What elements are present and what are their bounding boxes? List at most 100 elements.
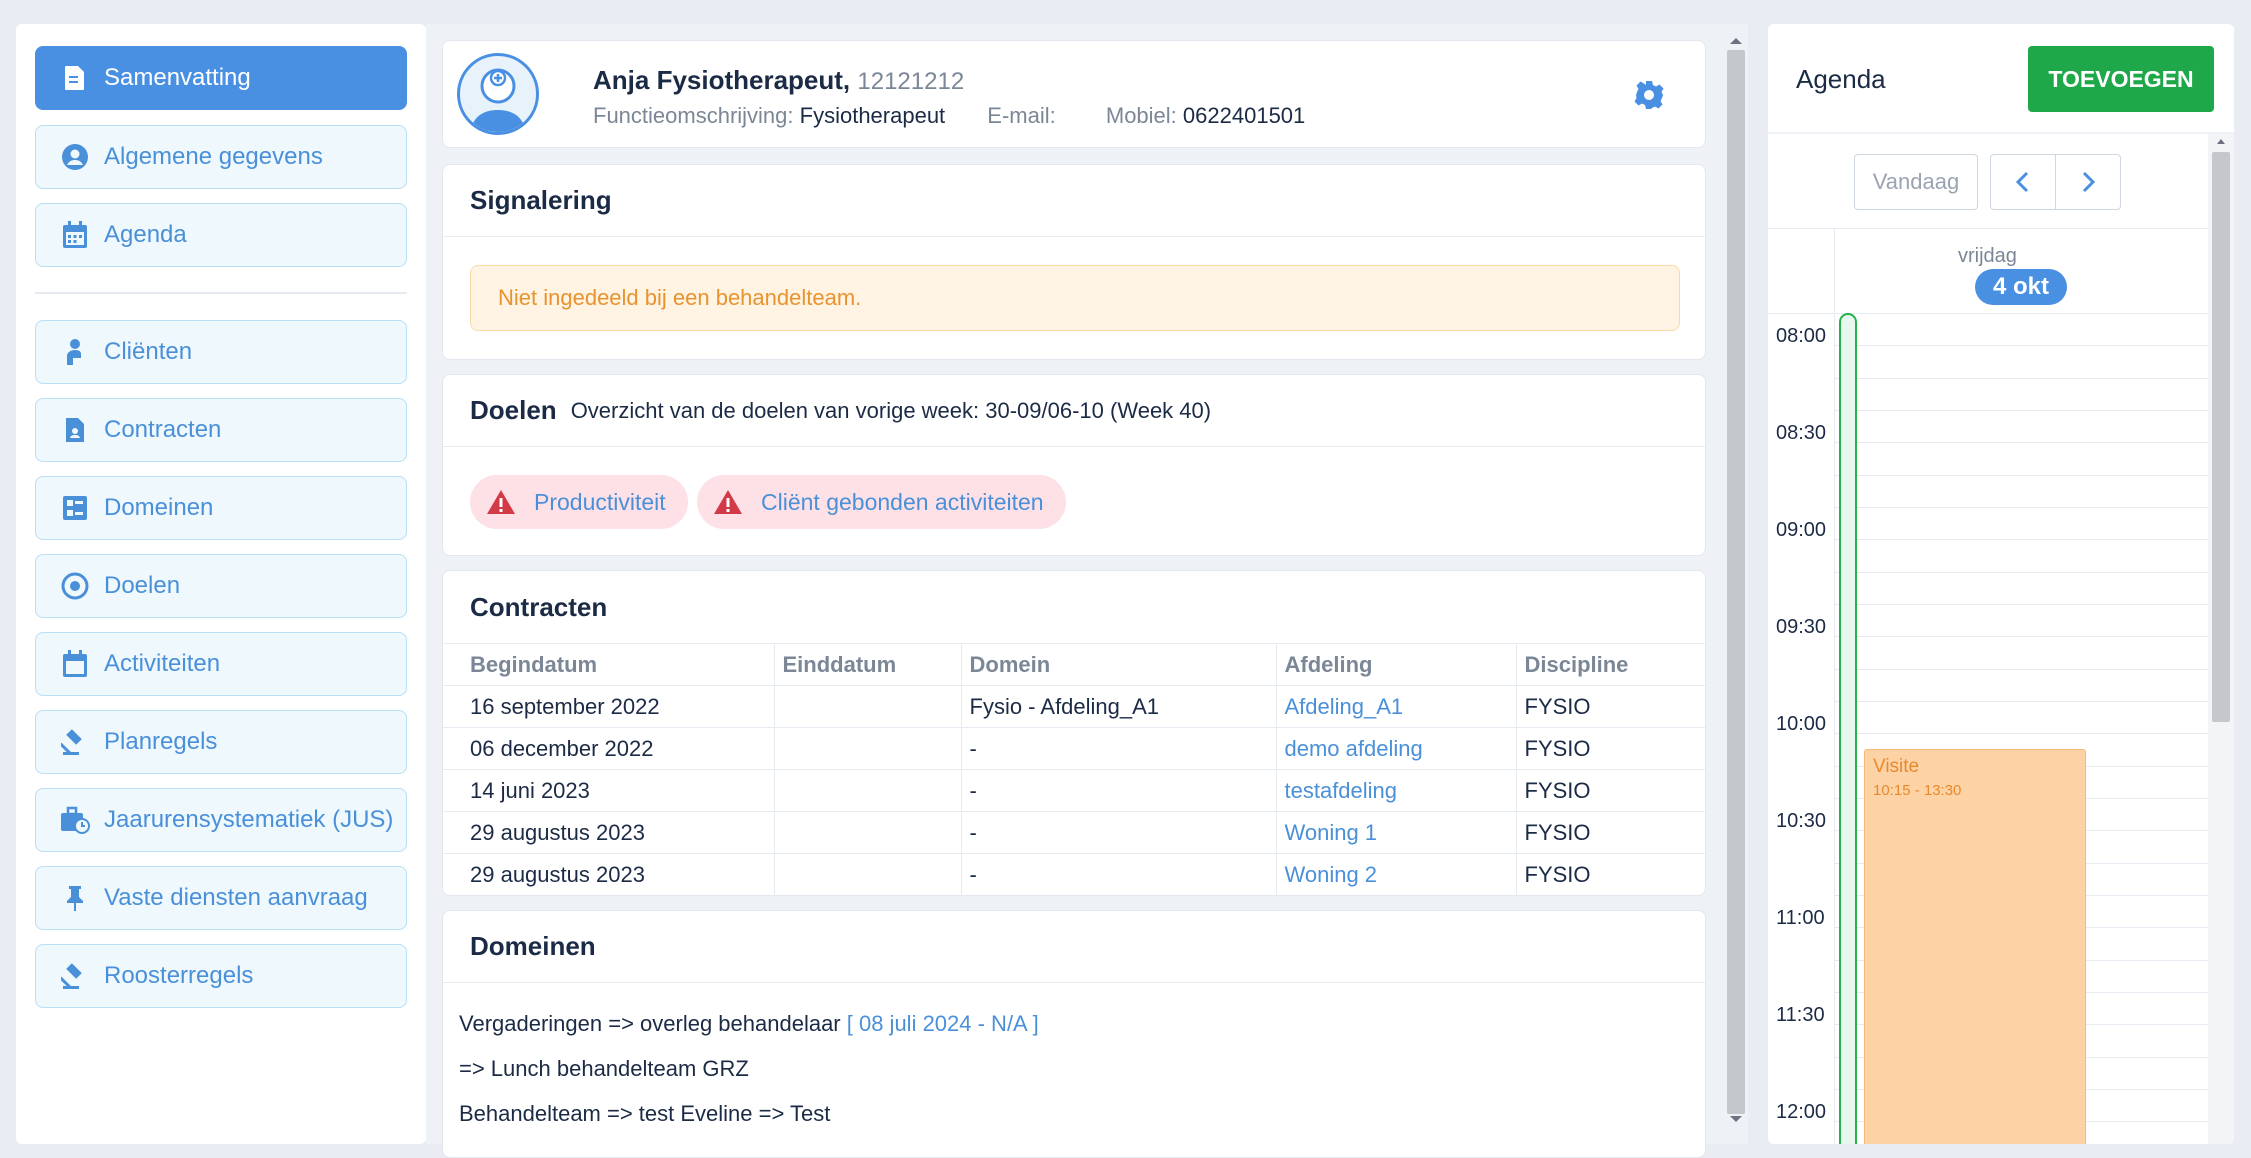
- function-value: Fysiotherapeut: [799, 103, 946, 128]
- cell-begindatum: 29 augustus 2023: [443, 811, 775, 854]
- sidebar-item-roosterregels[interactable]: Roosterregels: [35, 944, 407, 1008]
- alert-message: Niet ingedeeld bij een behandelteam.: [470, 265, 1680, 331]
- domein-line: Vergaderingen => overleg behandelaar [ 0…: [459, 1011, 1039, 1037]
- doelen-title: Doelen: [470, 395, 557, 425]
- table-header-row: Begindatum Einddatum Domein Afdeling Dis…: [443, 643, 1705, 686]
- scrollbar-thumb[interactable]: [1727, 50, 1745, 1114]
- time-label: 10:30: [1776, 810, 1827, 832]
- signalering-title: Signalering: [470, 185, 612, 215]
- sidebar: Samenvatting Algemene gegevens Agenda Cl…: [16, 24, 426, 1144]
- badge-client-gebonden[interactable]: Cliënt gebonden activiteiten: [697, 475, 1066, 529]
- scrollbar-thumb[interactable]: [2212, 152, 2230, 722]
- sidebar-item-clienten[interactable]: Cliënten: [35, 320, 407, 384]
- gavel-icon: [60, 727, 90, 757]
- sidebar-item-label: Domeinen: [104, 494, 214, 521]
- time-label: 10:00: [1776, 713, 1827, 735]
- domein-text: Behandelteam => test Eveline => Test: [459, 1101, 831, 1126]
- add-button[interactable]: TOEVOEGEN: [2028, 46, 2214, 112]
- sidebar-item-label: Cliënten: [104, 338, 193, 365]
- scroll-down-icon: [1730, 1116, 1742, 1122]
- domein-text: Vergaderingen => overleg behandelaar: [459, 1011, 847, 1036]
- cell-domein: Fysio - Afdeling_A1: [961, 685, 1277, 728]
- col-begindatum[interactable]: Begindatum: [443, 643, 775, 686]
- main-scrollbar[interactable]: [1720, 34, 1748, 1126]
- cell-discipline: FYSIO: [1516, 769, 1705, 812]
- domein-date-link[interactable]: [ 08 juli 2024 - N/A ]: [847, 1011, 1039, 1036]
- cell-einddatum: [774, 685, 962, 728]
- target-icon: [60, 571, 90, 601]
- chevron-left-icon: [2015, 171, 2029, 193]
- cell-begindatum: 29 augustus 2023: [443, 853, 775, 895]
- time-label: 08:30: [1776, 422, 1827, 444]
- cell-afdeling-link[interactable]: Afdeling_A1: [1276, 685, 1517, 728]
- col-discipline[interactable]: Discipline: [1516, 643, 1705, 686]
- table-row: 29 augustus 2023 - Woning 2 FYSIO: [443, 853, 1705, 895]
- sidebar-item-label: Contracten: [104, 416, 222, 443]
- sidebar-item-vaste-diensten[interactable]: Vaste diensten aanvraag: [35, 866, 407, 930]
- sidebar-item-samenvatting[interactable]: Samenvatting: [35, 46, 407, 110]
- cell-afdeling-link[interactable]: Woning 2: [1276, 853, 1517, 895]
- cell-domein: -: [961, 853, 1277, 895]
- cell-begindatum: 14 juni 2023: [443, 769, 775, 812]
- cell-discipline: FYSIO: [1516, 685, 1705, 728]
- cell-discipline: FYSIO: [1516, 811, 1705, 854]
- email-label: E-mail:: [987, 103, 1056, 128]
- sidebar-item-label: Samenvatting: [104, 64, 251, 91]
- contracten-card: Contracten Begindatum Einddatum Domein A…: [442, 570, 1706, 896]
- agenda-title: Agenda: [1796, 64, 1886, 94]
- badge-label: Productiviteit: [534, 488, 666, 515]
- domein-line: => Lunch behandelteam GRZ: [459, 1056, 749, 1082]
- divider: [1768, 132, 2234, 134]
- contract-icon: [60, 415, 90, 445]
- sidebar-item-label: Activiteiten: [104, 650, 221, 677]
- prev-button[interactable]: [1990, 154, 2056, 210]
- sidebar-item-planregels[interactable]: Planregels: [35, 710, 407, 774]
- avatar: [457, 53, 539, 135]
- col-einddatum[interactable]: Einddatum: [774, 643, 962, 686]
- function-label: Functieomschrijving:: [593, 103, 794, 128]
- doelen-card: Doelen Overzicht van de doelen van vorig…: [442, 374, 1706, 556]
- cell-einddatum: [774, 769, 962, 812]
- sidebar-item-agenda[interactable]: Agenda: [35, 203, 407, 267]
- badge-productiviteit[interactable]: Productiviteit: [470, 475, 688, 529]
- day-date-badge[interactable]: 4 okt: [1975, 269, 2067, 305]
- sidebar-item-doelen[interactable]: Doelen: [35, 554, 407, 618]
- sidebar-item-contracten[interactable]: Contracten: [35, 398, 407, 462]
- cell-domein: -: [961, 769, 1277, 812]
- today-button[interactable]: Vandaag: [1854, 154, 1978, 210]
- sidebar-item-activiteiten[interactable]: Activiteiten: [35, 632, 407, 696]
- domein-line: Behandelteam => test Eveline => Test: [459, 1101, 830, 1127]
- availability-bar[interactable]: [1839, 313, 1857, 1144]
- day-name: vrijdag: [1958, 245, 2017, 267]
- cell-discipline: FYSIO: [1516, 727, 1705, 770]
- agenda-scrollbar[interactable]: [2208, 134, 2234, 1144]
- sidebar-item-label: Agenda: [104, 221, 187, 248]
- col-domein[interactable]: Domein: [961, 643, 1277, 686]
- table-row: 16 september 2022 Fysio - Afdeling_A1 Af…: [443, 685, 1705, 728]
- profile-name: Anja Fysiotherapeut, 12121212: [593, 65, 964, 96]
- cell-afdeling-link[interactable]: testafdeling: [1276, 769, 1517, 812]
- gear-icon[interactable]: [1633, 79, 1665, 111]
- cell-afdeling-link[interactable]: demo afdeling: [1276, 727, 1517, 770]
- main-content: Anja Fysiotherapeut, 12121212 Functieoms…: [426, 24, 1748, 1158]
- calendar-day-view: vrijdag 4 okt 08:00 08:30 09:00 09:30 10…: [1768, 228, 2208, 1144]
- cell-einddatum: [774, 727, 962, 770]
- domains-icon: [60, 493, 90, 523]
- sidebar-item-jus[interactable]: Jaarurensystematiek (JUS): [35, 788, 407, 852]
- cell-domein: -: [961, 727, 1277, 770]
- table-row: 14 juni 2023 - testafdeling FYSIO: [443, 769, 1705, 812]
- sidebar-item-domeinen[interactable]: Domeinen: [35, 476, 407, 540]
- sidebar-item-algemene-gegevens[interactable]: Algemene gegevens: [35, 125, 407, 189]
- next-button[interactable]: [2055, 154, 2121, 210]
- time-label: 12:00: [1776, 1101, 1827, 1123]
- doelen-subtitle: Overzicht van de doelen van vorige week:…: [570, 397, 1212, 423]
- agenda-panel: Agenda TOEVOEGEN Vandaag vrijdag 4 okt 0…: [1768, 24, 2234, 1144]
- profile-details: Functieomschrijving: Fysiotherapeut E-ma…: [593, 103, 1305, 129]
- sidebar-item-label: Doelen: [104, 572, 181, 599]
- domeinen-title: Domeinen: [470, 931, 596, 961]
- cell-afdeling-link[interactable]: Woning 1: [1276, 811, 1517, 854]
- col-afdeling[interactable]: Afdeling: [1276, 643, 1517, 686]
- therapist-avatar-icon: [470, 68, 526, 132]
- cell-einddatum: [774, 811, 962, 854]
- calendar-event[interactable]: Visite 10:15 - 13:30: [1864, 749, 2086, 1144]
